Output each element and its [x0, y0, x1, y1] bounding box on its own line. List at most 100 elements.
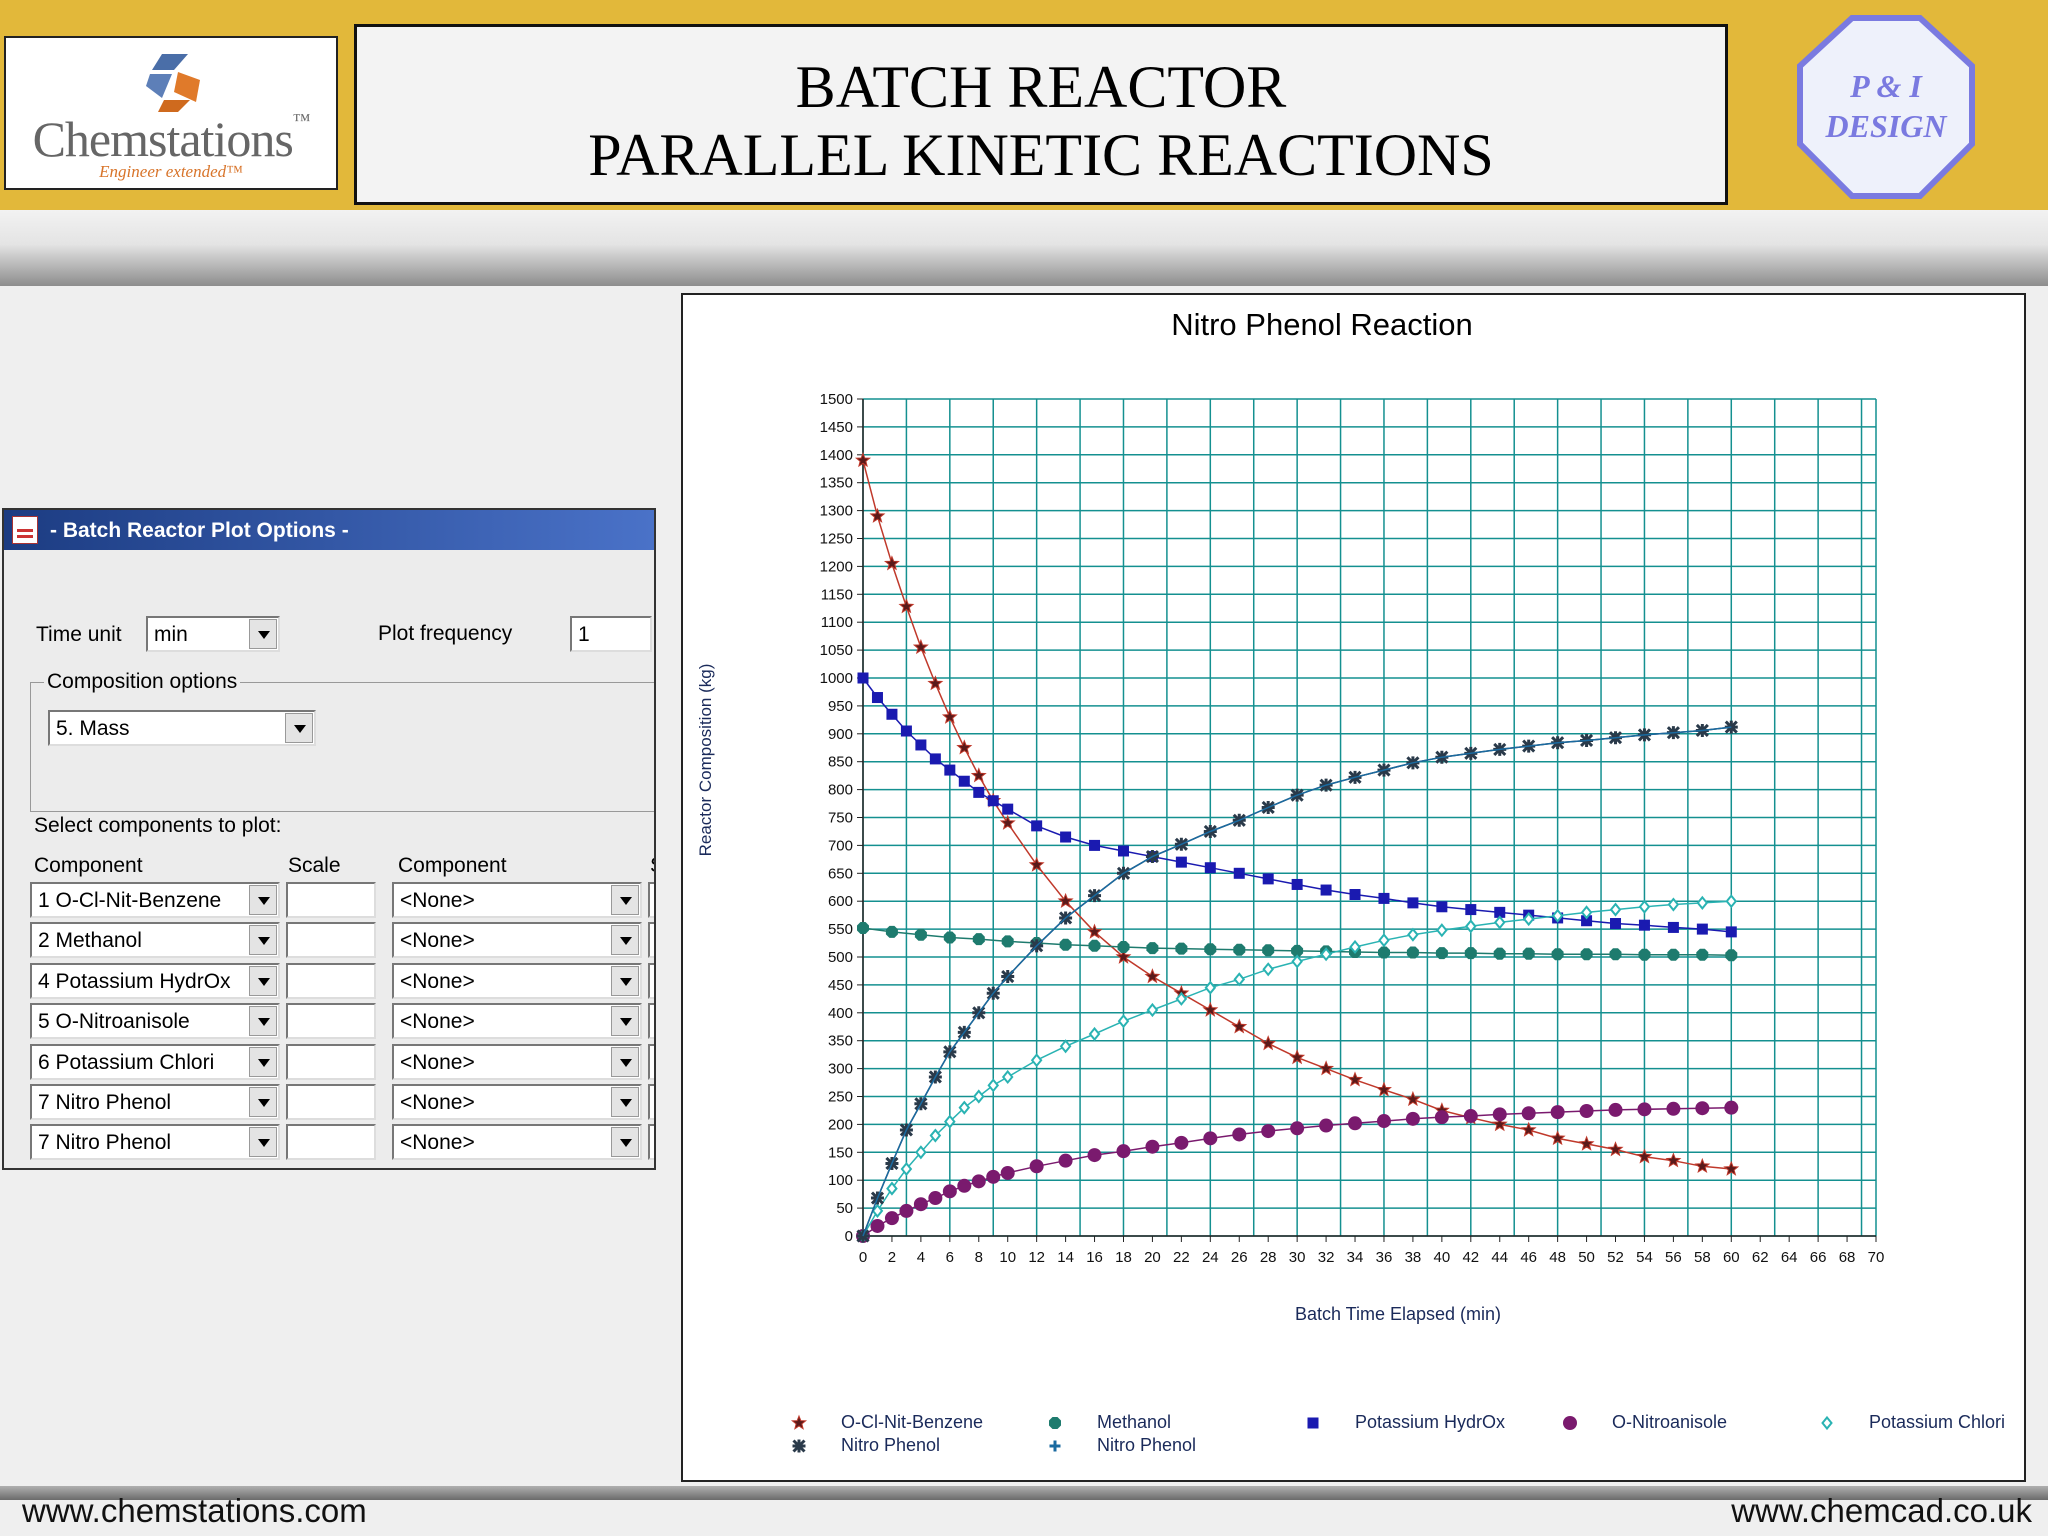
footer-url-left[interactable]: www.chemstations.com: [22, 1492, 367, 1530]
data-point: [1464, 947, 1477, 960]
chevron-down-icon[interactable]: [611, 925, 639, 956]
x-tick-label: 38: [1405, 1249, 1422, 1266]
scale-input[interactable]: [286, 882, 376, 918]
scale-2-input[interactable]: [648, 1003, 654, 1040]
component-select[interactable]: 2 Methanol: [30, 922, 280, 959]
component-2-select[interactable]: <None>: [392, 922, 642, 959]
chevron-down-icon[interactable]: [249, 1006, 277, 1037]
scale-input[interactable]: [286, 922, 376, 959]
plot-frequency-label: Plot frequency: [378, 622, 513, 645]
component-select[interactable]: 7 Nitro Phenol: [30, 1084, 280, 1120]
data-point: [1638, 948, 1651, 961]
x-tick-label: 64: [1781, 1249, 1798, 1266]
title-line-1: BATCH REACTOR: [795, 54, 1287, 120]
x-tick-label: 28: [1260, 1249, 1277, 1266]
y-tick-label: 600: [828, 893, 853, 910]
legend-marker: [1307, 1417, 1319, 1429]
data-point: [1174, 1135, 1189, 1150]
component-select[interactable]: 4 Potassium HydrOx: [30, 962, 280, 999]
data-point: [1058, 1153, 1073, 1168]
time-unit-select[interactable]: min: [146, 616, 280, 652]
data-point: [1088, 939, 1101, 952]
scale-input[interactable]: [286, 1084, 376, 1120]
legend-marker: [790, 1414, 808, 1430]
composition-select[interactable]: 5. Mass: [48, 710, 316, 746]
slide-title: BATCH REACTOR PARALLEL KINETIC REACTIONS: [354, 24, 1728, 205]
data-point: [1465, 904, 1477, 916]
data-point: [1089, 839, 1101, 851]
y-tick-label: 1000: [820, 670, 853, 687]
y-tick-label: 1250: [820, 531, 853, 548]
component-select[interactable]: 5 O-Nitroanisole: [30, 1003, 280, 1040]
scale-2-input[interactable]: [648, 1084, 654, 1120]
scale-2-input[interactable]: [648, 882, 654, 918]
batch-reactor-plot-options-dialog[interactable]: - Batch Reactor Plot Options - Time unit…: [2, 508, 656, 1170]
column-header-partial: S: [650, 854, 654, 878]
chevron-down-icon[interactable]: [249, 925, 277, 956]
chevron-down-icon[interactable]: [611, 1006, 639, 1037]
scale-input[interactable]: [286, 962, 376, 999]
y-tick-label: 150: [828, 1144, 853, 1161]
data-point: [1696, 923, 1708, 935]
y-tick-label: 100: [828, 1172, 853, 1189]
y-tick-label: 750: [828, 810, 853, 827]
chevron-down-icon[interactable]: [285, 713, 313, 743]
data-point: [1637, 1102, 1652, 1117]
chevron-down-icon[interactable]: [249, 1127, 277, 1158]
scale-2-input[interactable]: [648, 922, 654, 959]
scale-input[interactable]: [286, 1003, 376, 1040]
x-axis-label: Batch Time Elapsed (min): [1295, 1304, 1501, 1324]
chevron-down-icon[interactable]: [249, 885, 277, 915]
chevron-down-icon[interactable]: [249, 965, 277, 996]
column-header-scale: Scale: [288, 854, 341, 877]
chevron-down-icon[interactable]: [249, 1087, 277, 1117]
data-point: [1117, 845, 1129, 857]
x-tick-label: 66: [1810, 1249, 1827, 1266]
component-select[interactable]: 1 O-Cl-Nit-Benzene: [30, 882, 280, 918]
chart-canvas: 0501001502002503003504004505005506006507…: [696, 307, 2005, 1455]
chevron-down-icon[interactable]: [611, 885, 639, 915]
scale-2-input[interactable]: [648, 962, 654, 999]
plot-frequency-input[interactable]: 1: [570, 616, 652, 652]
data-point: [1203, 1131, 1218, 1146]
component-2-select[interactable]: <None>: [392, 1084, 642, 1120]
data-point: [886, 708, 898, 720]
x-tick-label: 30: [1289, 1249, 1306, 1266]
data-point: [1492, 1107, 1507, 1122]
data-point: [986, 1169, 1001, 1184]
x-tick-label: 14: [1057, 1249, 1074, 1266]
component-2-select[interactable]: <None>: [392, 962, 642, 999]
chevron-down-icon[interactable]: [249, 1046, 277, 1077]
y-tick-label: 1500: [820, 391, 853, 408]
data-point: [1262, 873, 1274, 885]
chevron-down-icon[interactable]: [611, 1127, 639, 1158]
footer-url-right[interactable]: www.chemcad.co.uk: [1731, 1492, 2032, 1530]
data-point: [1232, 1127, 1247, 1142]
chevron-down-icon[interactable]: [611, 1046, 639, 1077]
x-tick-label: 70: [1868, 1249, 1885, 1266]
scale-input[interactable]: [286, 1124, 376, 1161]
data-point: [885, 925, 898, 938]
chevron-down-icon[interactable]: [249, 619, 277, 649]
composition-options-group: [30, 682, 654, 812]
component-2-select[interactable]: <None>: [392, 1043, 642, 1080]
y-tick-label: 1450: [820, 419, 853, 436]
data-point: [1551, 948, 1564, 961]
dialog-titlebar[interactable]: - Batch Reactor Plot Options -: [4, 510, 654, 550]
component-select[interactable]: 6 Potassium Chlori: [30, 1043, 280, 1080]
y-tick-label: 50: [836, 1200, 853, 1217]
data-point: [1349, 889, 1361, 901]
component-select[interactable]: 7 Nitro Phenol: [30, 1124, 280, 1161]
chevron-down-icon[interactable]: [611, 1087, 639, 1117]
chart-grid: [862, 398, 1877, 1237]
component-2-select[interactable]: <None>: [392, 882, 642, 918]
component-2-select[interactable]: <None>: [392, 1003, 642, 1040]
legend-marker: [1563, 1416, 1577, 1430]
x-tick-label: 18: [1115, 1249, 1132, 1266]
scale-2-input[interactable]: [648, 1124, 654, 1161]
scale-input[interactable]: [286, 1043, 376, 1080]
component-2-select[interactable]: <None>: [392, 1124, 642, 1161]
chevron-down-icon[interactable]: [611, 965, 639, 996]
y-tick-label: 400: [828, 1005, 853, 1022]
scale-2-input[interactable]: [648, 1043, 654, 1080]
